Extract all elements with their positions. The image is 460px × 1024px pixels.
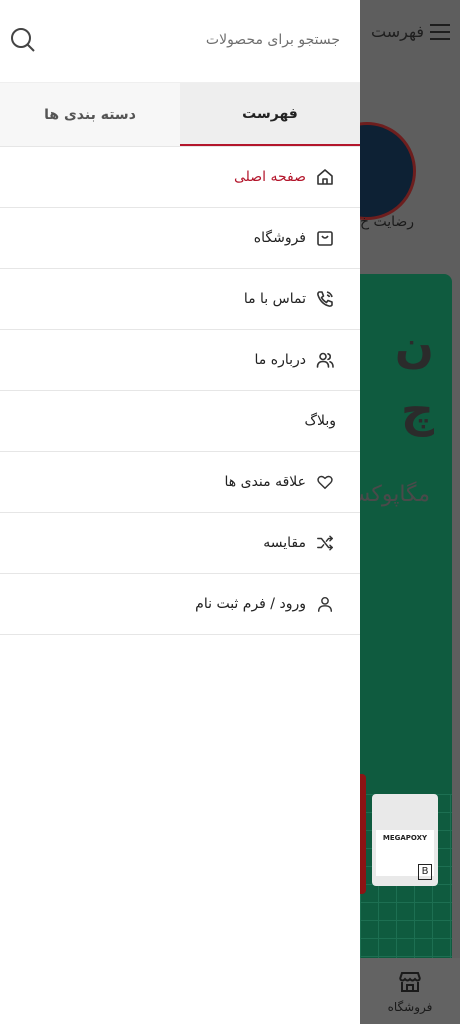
background-menu-label: فهرست: [371, 22, 424, 41]
background-header: فهرست: [360, 0, 460, 68]
menu-item-contact[interactable]: تماس با ما: [0, 269, 360, 330]
promo-banner: ن چ مگاپوکس MEGAPOXY B: [360, 274, 452, 974]
bottom-nav-shop-label[interactable]: فروشگاه: [360, 1000, 460, 1014]
drawer-menu: صفحه اصلی فروشگاه تماس با ما درباره ما و…: [0, 147, 360, 635]
search-icon[interactable]: [10, 27, 36, 53]
product-can: MEGAPOXY B: [372, 794, 438, 886]
menu-label-wishlist: علاقه مندی ها: [224, 474, 306, 490]
user-icon: [314, 593, 336, 615]
menu-label-contact: تماس با ما: [243, 291, 306, 307]
menu-label-blog: وبلاگ: [304, 413, 336, 429]
background-satisfaction-label: رضایت خ: [360, 214, 414, 230]
drawer-tabs: فهرست دسته بندی ها: [0, 83, 360, 147]
menu-label-compare: مقایسه: [263, 535, 306, 551]
tab-categories[interactable]: دسته بندی ها: [0, 83, 180, 146]
tab-menu[interactable]: فهرست: [180, 83, 360, 146]
shopping-bag-icon: [314, 227, 336, 249]
menu-item-login[interactable]: ورود / فرم ثبت نام: [0, 574, 360, 635]
hamburger-icon[interactable]: [430, 24, 450, 40]
search-bar: [0, 0, 360, 83]
product-can-red: [360, 774, 366, 894]
menu-item-shop[interactable]: فروشگاه: [0, 208, 360, 269]
menu-item-blog[interactable]: وبلاگ: [0, 391, 360, 452]
home-icon: [314, 166, 336, 188]
users-icon: [314, 349, 336, 371]
bottom-nav: فروشگاه: [360, 958, 460, 1024]
satisfaction-badge-image: [360, 122, 416, 220]
menu-item-about[interactable]: درباره ما: [0, 330, 360, 391]
menu-item-wishlist[interactable]: علاقه مندی ها: [0, 452, 360, 513]
store-icon[interactable]: [397, 970, 423, 994]
phone-icon: [314, 288, 336, 310]
menu-label-about: درباره ما: [254, 352, 306, 368]
background-page: فهرست رضایت خ ن چ مگاپوکس MEGAPOXY B فرو…: [360, 0, 460, 1024]
heart-icon: [314, 471, 336, 493]
menu-label-shop: فروشگاه: [253, 230, 306, 246]
product-letter: B: [418, 864, 432, 880]
menu-label-home: صفحه اصلی: [233, 169, 306, 185]
banner-headline: ن چ: [394, 319, 434, 438]
shuffle-icon: [314, 532, 336, 554]
banner-brand: مگاپوکس: [360, 482, 430, 507]
search-input[interactable]: [60, 22, 340, 58]
menu-item-home[interactable]: صفحه اصلی: [0, 147, 360, 208]
menu-label-login: ورود / فرم ثبت نام: [195, 596, 306, 612]
menu-item-compare[interactable]: مقایسه: [0, 513, 360, 574]
navigation-drawer: فهرست دسته بندی ها صفحه اصلی فروشگاه: [0, 0, 360, 1024]
